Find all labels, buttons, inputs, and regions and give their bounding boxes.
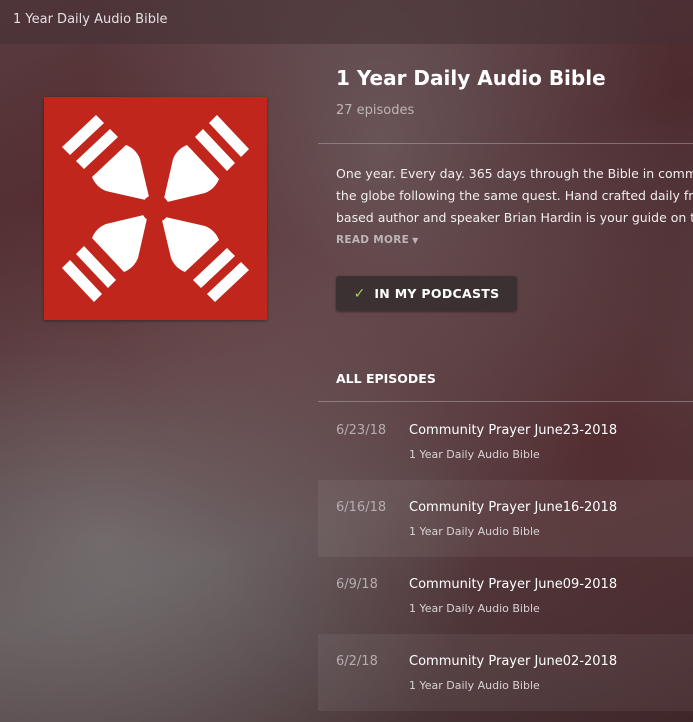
window-title: 1 Year Daily Audio Bible [13, 12, 168, 27]
episode-row[interactable]: 6/9/18 Community Prayer June09-2018 1 Ye… [318, 557, 693, 634]
podcast-logo-icon [62, 115, 249, 302]
in-my-podcasts-label: IN MY PODCASTS [374, 286, 500, 301]
episode-title: Community Prayer June02-2018 [409, 654, 618, 669]
podcast-title: 1 Year Daily Audio Bible [336, 66, 606, 90]
read-more-link[interactable]: READ MORE ▼ [336, 234, 419, 246]
episode-list: 6/23/18 Community Prayer June23-2018 1 Y… [318, 403, 693, 711]
podcast-description: One year. Every day. 365 days through th… [336, 163, 693, 229]
all-episodes-heading: ALL EPISODES [336, 371, 436, 386]
episode-row[interactable]: 6/16/18 Community Prayer June16-2018 1 Y… [318, 480, 693, 557]
episode-podcast-name: 1 Year Daily Audio Bible [409, 525, 540, 538]
episode-title: Community Prayer June16-2018 [409, 500, 618, 515]
read-more-label: READ MORE [336, 234, 410, 246]
podcast-artwork [44, 97, 267, 320]
description-line: based author and speaker Brian Hardin is… [336, 210, 693, 225]
episode-date: 6/16/18 [336, 500, 387, 515]
description-line: the globe following the same quest. Hand… [336, 188, 693, 203]
episode-date: 6/2/18 [336, 654, 378, 669]
in-my-podcasts-button[interactable]: ✓ IN MY PODCASTS [336, 276, 517, 311]
episode-date: 6/9/18 [336, 577, 378, 592]
title-bar: 1 Year Daily Audio Bible [0, 0, 693, 44]
episode-podcast-name: 1 Year Daily Audio Bible [409, 448, 540, 461]
episode-row[interactable]: 6/2/18 Community Prayer June02-2018 1 Ye… [318, 634, 693, 711]
episodes-divider [318, 401, 693, 402]
episode-row[interactable]: 6/23/18 Community Prayer June23-2018 1 Y… [318, 403, 693, 480]
description-line: One year. Every day. 365 days through th… [336, 166, 693, 181]
checkmark-icon: ✓ [353, 285, 366, 302]
episode-podcast-name: 1 Year Daily Audio Bible [409, 679, 540, 692]
episode-date: 6/23/18 [336, 423, 387, 438]
episode-podcast-name: 1 Year Daily Audio Bible [409, 602, 540, 615]
episode-title: Community Prayer June23-2018 [409, 423, 618, 438]
caret-down-icon: ▼ [412, 236, 419, 245]
episode-count: 27 episodes [336, 103, 415, 118]
episode-title: Community Prayer June09-2018 [409, 577, 618, 592]
header-divider [318, 143, 693, 144]
